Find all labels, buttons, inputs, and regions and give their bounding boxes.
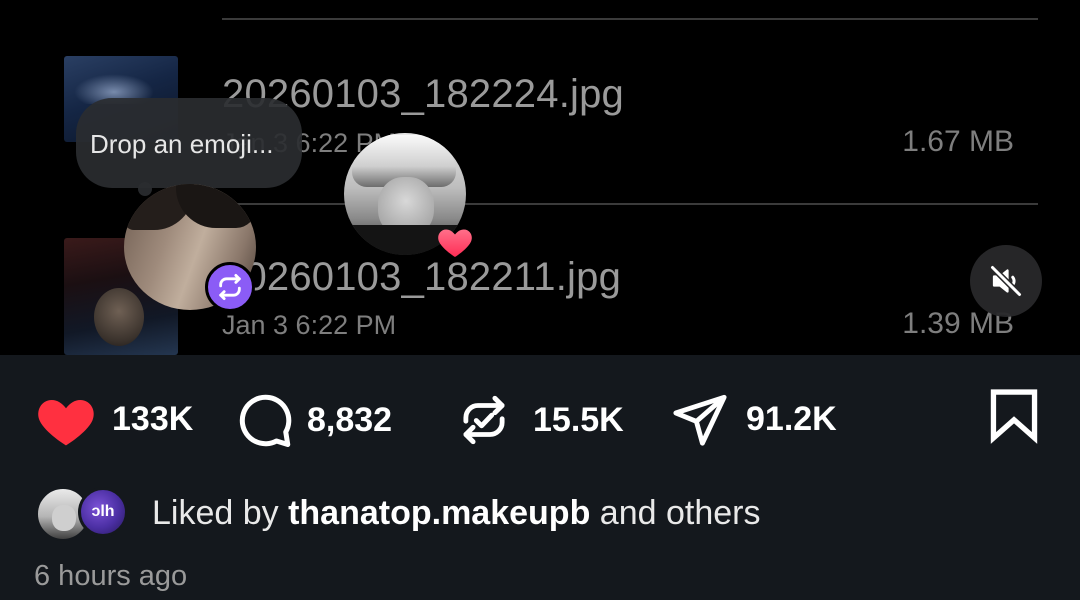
mute-button[interactable] <box>970 245 1042 317</box>
file-size: 1.67 MB <box>902 125 1014 158</box>
liked-by-prefix: Liked by <box>152 494 279 532</box>
file-name: 20260103_182211.jpg <box>222 255 622 299</box>
avatar-badge-text: ɔlh <box>91 503 115 520</box>
repost-icon <box>463 395 505 445</box>
like-count: 133K <box>112 399 194 438</box>
emoji-prompt-text: Drop an emoji... <box>90 129 274 159</box>
comment-button[interactable]: 8,832 <box>233 390 392 450</box>
list-divider <box>222 18 1038 20</box>
bookmark-button[interactable] <box>985 385 1043 445</box>
mute-icon <box>989 264 1023 298</box>
liked-by-username[interactable]: thanatop.makeupb <box>288 494 590 532</box>
heart-badge-icon <box>438 229 472 257</box>
liked-by-suffix: and others <box>599 494 761 532</box>
heart-icon <box>38 400 94 446</box>
liked-by-text[interactable]: Liked by thanatop.makeupb and others <box>152 494 760 533</box>
like-button[interactable]: 133K <box>34 390 193 448</box>
share-button[interactable]: 91.2K <box>670 390 837 448</box>
repost-count: 15.5K <box>533 400 624 439</box>
comment-count: 8,832 <box>307 400 393 439</box>
bookmark-icon <box>990 389 1038 444</box>
file-date: Jan 3 6:22 PM <box>222 310 397 340</box>
post-timestamp: 6 hours ago <box>34 560 188 592</box>
repost-badge-icon <box>205 262 255 312</box>
liker-avatar-small[interactable]: ɔlh <box>78 487 128 537</box>
emoji-prompt-bubble[interactable]: Drop an emoji... <box>76 98 302 188</box>
post-media[interactable]: 20260103_182224.jpg Jan 3 6:22 PM 1.67 M… <box>0 0 1080 355</box>
share-count: 91.2K <box>746 399 837 438</box>
repost-button[interactable]: 15.5K <box>455 390 624 450</box>
comment-icon <box>239 394 292 447</box>
share-icon <box>673 394 727 446</box>
